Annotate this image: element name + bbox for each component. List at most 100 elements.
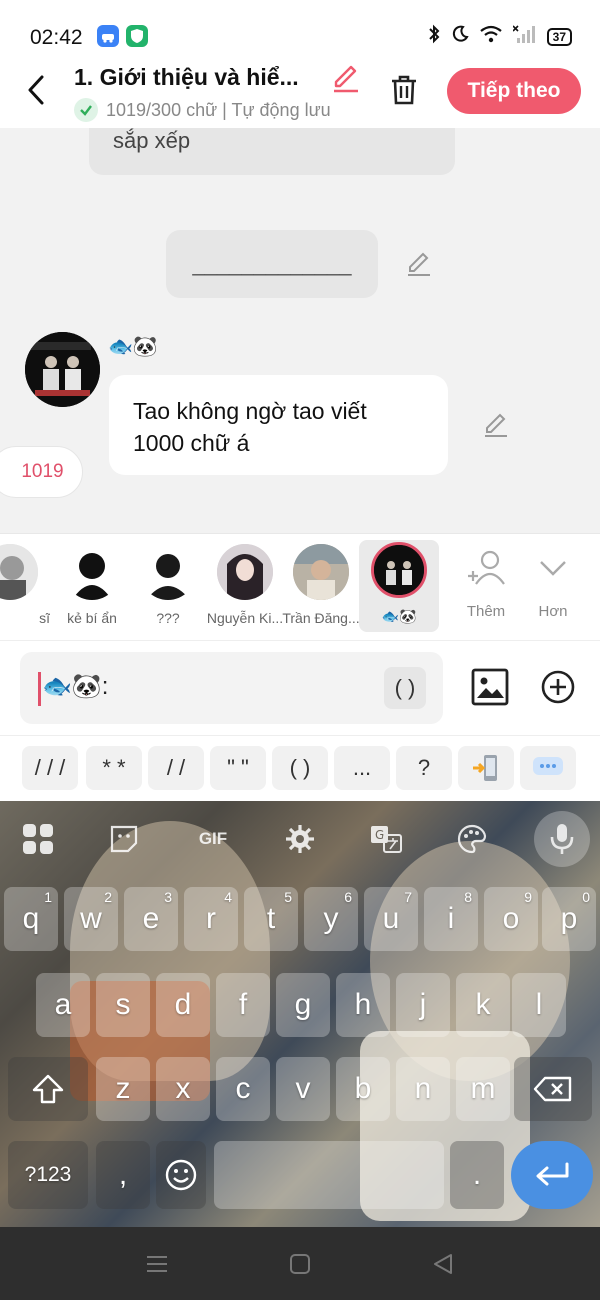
key-o[interactable]: 9o (484, 887, 538, 951)
character-avatar (371, 542, 427, 598)
key-q[interactable]: 1q (4, 887, 58, 951)
key-h[interactable]: h (336, 973, 390, 1037)
edit-message-button[interactable] (482, 411, 510, 439)
comma-key[interactable]: , (96, 1141, 150, 1209)
key-f[interactable]: f (216, 973, 270, 1037)
key-k[interactable]: k (456, 973, 510, 1037)
settings-button[interactable] (280, 819, 320, 859)
sticker-button[interactable] (104, 819, 144, 859)
key-s[interactable]: s (96, 973, 150, 1037)
input-area: 🐟🐼: ( ) (0, 640, 600, 735)
avatar-photo (25, 332, 100, 407)
translate-button[interactable]: G (366, 819, 406, 859)
pencil-icon (334, 65, 358, 93)
character-item-selected[interactable]: 🐟🐼 (359, 540, 439, 632)
key-z[interactable]: z (96, 1057, 150, 1121)
key-t[interactable]: 5t (244, 887, 298, 951)
key-u[interactable]: 7u (364, 887, 418, 951)
insert-image-button[interactable] (470, 667, 510, 707)
app-notification-icon (97, 25, 119, 47)
add-character-button[interactable]: Thêm (456, 548, 516, 620)
key-v[interactable]: v (276, 1057, 330, 1121)
symbols-key[interactable]: ?123 (8, 1141, 88, 1209)
gif-button[interactable]: GIF (190, 819, 236, 859)
message-bubble[interactable]: Tao không ngờ tao viết 1000 chữ á (109, 375, 448, 475)
add-button[interactable] (540, 669, 576, 705)
back-button[interactable] (22, 72, 52, 108)
key-m[interactable]: m (456, 1057, 510, 1121)
symbol-button[interactable]: / / (148, 746, 204, 790)
sticker-icon (110, 825, 138, 853)
back-nav-button[interactable] (430, 1251, 456, 1277)
symbol-button[interactable]: ... (334, 746, 390, 790)
image-icon (471, 668, 509, 706)
more-button[interactable]: Hơn (523, 548, 583, 620)
key-i[interactable]: 8i (424, 887, 478, 951)
microphone-icon (550, 824, 574, 854)
previous-bubble[interactable]: sắp xếp (89, 128, 455, 175)
smiley-icon (165, 1159, 197, 1191)
key-d[interactable]: d (156, 973, 210, 1037)
character-avatar[interactable] (25, 332, 100, 407)
key-b[interactable]: b (336, 1057, 390, 1121)
symbol-button[interactable]: ? (396, 746, 452, 790)
character-item[interactable]: Nguyễn Ki... (205, 542, 285, 632)
delete-button[interactable] (386, 72, 422, 108)
key-w[interactable]: 2w (64, 887, 118, 951)
key-j[interactable]: j (396, 973, 450, 1037)
period-key[interactable]: . (450, 1141, 504, 1209)
system-nav-bar (0, 1227, 600, 1300)
character-item[interactable]: Trần Đăng... (281, 542, 361, 632)
character-item[interactable]: kẻ bí ẩn (52, 542, 132, 632)
character-label: Nguyễn Ki... (206, 610, 284, 626)
key-l[interactable]: l (512, 973, 566, 1037)
key-x[interactable]: x (156, 1057, 210, 1121)
key-y[interactable]: 6y (304, 887, 358, 951)
edit-narration-button[interactable] (405, 250, 433, 278)
key-g[interactable]: g (276, 973, 330, 1037)
space-key[interactable] (214, 1141, 444, 1209)
apps-grid-button[interactable] (18, 819, 58, 859)
chapter-title: 1. Giới thiệu và hiể... (74, 64, 299, 90)
key-r[interactable]: 4r (184, 887, 238, 951)
character-item[interactable]: ??? (128, 542, 208, 632)
symbol-button[interactable]: / / / (22, 746, 78, 790)
next-button[interactable]: Tiếp theo (447, 68, 581, 114)
symbol-button[interactable]: ( ) (272, 746, 328, 790)
battery-icon: 37 (546, 27, 572, 46)
phone-action-button[interactable] (458, 746, 514, 790)
input-text: 🐟🐼: (42, 673, 109, 700)
key-c[interactable]: c (216, 1057, 270, 1121)
emoji-key[interactable] (156, 1141, 206, 1209)
symbol-button[interactable]: " " (210, 746, 266, 790)
moon-icon (451, 25, 469, 48)
character-item[interactable]: sĩ (0, 542, 50, 632)
character-label: 🐟🐼 (381, 608, 417, 624)
key-a[interactable]: a (36, 973, 90, 1037)
symbol-button[interactable]: * * (86, 746, 142, 790)
key-p[interactable]: 0p (542, 887, 596, 951)
edit-title-button[interactable] (330, 62, 362, 94)
save-status: 1019/300 chữ | Tự động lưu (74, 98, 331, 122)
chat-bubble-button[interactable] (520, 746, 576, 790)
status-time: 02:42 (30, 26, 83, 49)
home-button[interactable] (287, 1251, 313, 1277)
backspace-icon (533, 1076, 572, 1102)
enter-arrow-icon (536, 1162, 569, 1186)
character-avatar (217, 544, 273, 600)
voice-input-button[interactable] (534, 811, 590, 867)
backspace-key[interactable] (514, 1057, 592, 1121)
enter-key[interactable] (511, 1141, 593, 1209)
paren-button[interactable]: ( ) (384, 667, 426, 709)
message-input[interactable]: 🐟🐼: ( ) (20, 652, 443, 724)
status-icons: 37 (427, 24, 572, 49)
narration-bubble[interactable]: _____________ (166, 230, 378, 298)
theme-button[interactable] (452, 819, 492, 859)
shift-key[interactable] (8, 1057, 88, 1121)
key-n[interactable]: n (396, 1057, 450, 1121)
key-e[interactable]: 3e (124, 887, 178, 951)
wifi-icon (479, 25, 503, 48)
trash-icon (392, 75, 416, 105)
shift-icon (32, 1074, 64, 1104)
recent-apps-button[interactable] (144, 1251, 170, 1277)
